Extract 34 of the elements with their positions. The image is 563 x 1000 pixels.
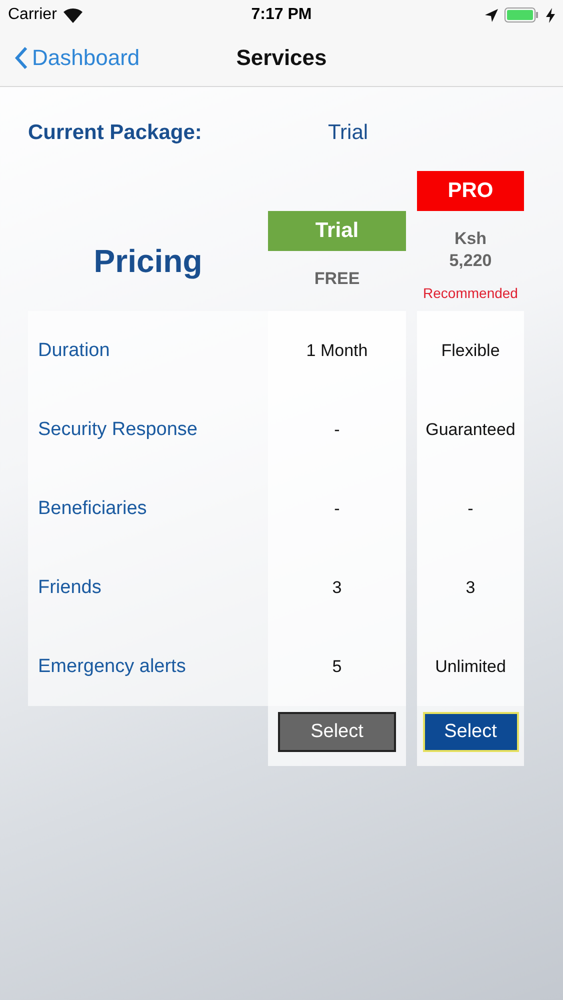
pricing-title: Pricing bbox=[94, 242, 202, 280]
plan-price: FREE bbox=[314, 269, 360, 289]
location-icon bbox=[485, 8, 498, 22]
recommended-note: Recommended bbox=[423, 285, 518, 301]
wifi-icon bbox=[62, 8, 83, 22]
plan-name: Trial bbox=[268, 211, 406, 251]
feature-label: Duration bbox=[28, 311, 268, 390]
carrier-label: Carrier bbox=[8, 6, 57, 24]
feature-label: Security Response bbox=[28, 390, 268, 469]
plan-name: PRO bbox=[417, 171, 524, 211]
feature-label: Friends bbox=[28, 548, 268, 627]
current-package-label: Current Package: bbox=[28, 121, 203, 145]
chevron-icon bbox=[14, 46, 28, 70]
feature-value: Guaranteed bbox=[417, 390, 524, 469]
status-time: 7:17 PM bbox=[251, 6, 312, 24]
feature-value: 3 bbox=[268, 548, 406, 627]
feature-value: - bbox=[268, 469, 406, 548]
feature-value: Unlimited bbox=[417, 627, 524, 706]
feature-value: - bbox=[268, 390, 406, 469]
feature-value: 5 bbox=[268, 627, 406, 706]
feature-value: 1 Month bbox=[268, 311, 406, 390]
feature-value: Flexible bbox=[417, 311, 524, 390]
current-package-value: Trial bbox=[328, 121, 368, 145]
select-button[interactable]: Select bbox=[278, 712, 396, 752]
feature-value: 3 bbox=[417, 548, 524, 627]
battery-icon bbox=[504, 7, 540, 23]
plan-price: 5,220 bbox=[449, 251, 492, 271]
plan-price: Ksh bbox=[454, 229, 487, 249]
feature-label: Emergency alerts bbox=[28, 627, 268, 706]
feature-value: - bbox=[417, 469, 524, 548]
screen-title: Services bbox=[236, 45, 327, 71]
select-button[interactable]: Select bbox=[422, 712, 518, 752]
feature-label: Beneficiaries bbox=[28, 469, 268, 548]
charging-icon bbox=[546, 8, 555, 22]
